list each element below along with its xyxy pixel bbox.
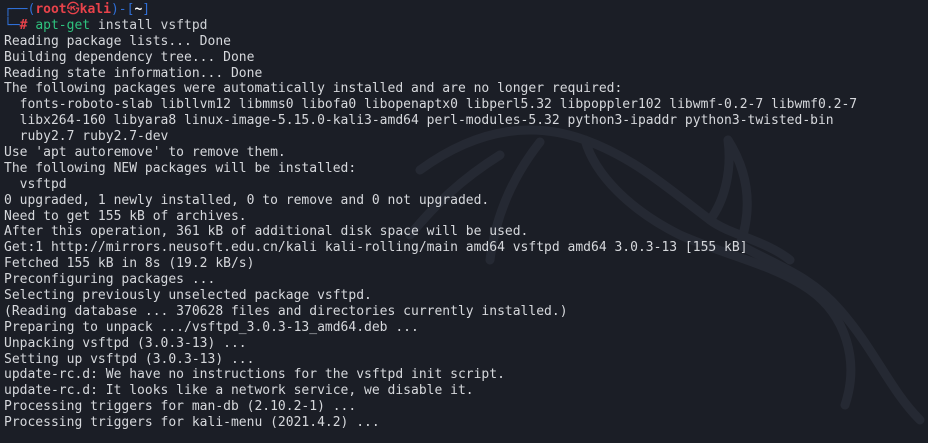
output-line: Reading state information... Done — [4, 65, 263, 81]
output-line: Reading package lists... Done — [4, 33, 231, 49]
prompt-host: kali — [79, 2, 111, 17]
prompt-command-line: └─# apt-get install vsftpd — [4, 18, 928, 34]
output-line: Processing triggers for kali-menu (2021.… — [4, 415, 380, 431]
prompt-skull-icon: ㉿ — [66, 2, 80, 17]
prompt-box-close: ] — [142, 2, 151, 17]
output-line: Setting up vsftpd (3.0.3-13) ... — [4, 351, 255, 367]
prompt-box-bottom: └─ — [4, 17, 20, 33]
output-line: Fetched 155 kB in 8s (19.2 kB/s) — [4, 256, 255, 272]
output-line: Preconfiguring packages ... — [4, 272, 216, 288]
output-line: update-rc.d: It looks like a network ser… — [4, 383, 474, 399]
prompt-top-line: ┌──(root㉿kali)-[~] — [4, 2, 928, 18]
output-line: Unpacking vsftpd (3.0.3-13) ... — [4, 335, 247, 351]
output-line: After this operation, 361 kB of addition… — [4, 224, 529, 240]
output-line: 0 upgraded, 1 newly installed, 0 to remo… — [4, 192, 490, 208]
output-line: Need to get 155 kB of archives. — [4, 208, 247, 224]
prompt-hash: # — [19, 17, 28, 33]
terminal-output[interactable]: ┌──(root㉿kali)-[~] └─# apt-get install v… — [4, 2, 928, 431]
command-args: install vsftpd — [90, 17, 208, 33]
prompt-user: root — [35, 2, 67, 17]
output-line: The following NEW packages will be insta… — [4, 160, 357, 176]
output-line: ruby2.7 ruby2.7-dev — [4, 129, 169, 145]
output-line: Get:1 http://mirrors.neusoft.edu.cn/kali… — [4, 240, 748, 256]
output-line: Building dependency tree... Done — [4, 49, 255, 65]
output-line: update-rc.d: We have no instructions for… — [4, 367, 505, 383]
terminal-window[interactable]: ┌──(root㉿kali)-[~] └─# apt-get install v… — [0, 0, 928, 443]
output-line: Processing triggers for man-db (2.10.2-1… — [4, 399, 357, 415]
command-name: apt-get — [35, 17, 91, 33]
output-line: vsftpd — [4, 176, 67, 192]
prompt-box-mid: )-[ — [110, 2, 135, 17]
output-line: libx264-160 libyara8 linux-image-5.15.0-… — [4, 113, 834, 129]
output-line: Use 'apt autoremove' to remove them. — [4, 145, 286, 161]
output-line: The following packages were automaticall… — [4, 81, 623, 97]
prompt-box-top: ┌──( — [4, 2, 36, 17]
output-line: Selecting previously unselected package … — [4, 288, 372, 304]
output-line: fonts-roboto-slab libllvm12 libmms0 libo… — [4, 97, 858, 113]
output-line: Preparing to unpack .../vsftpd_3.0.3-13_… — [4, 319, 419, 335]
output-line: (Reading database ... 370628 files and d… — [4, 303, 568, 319]
